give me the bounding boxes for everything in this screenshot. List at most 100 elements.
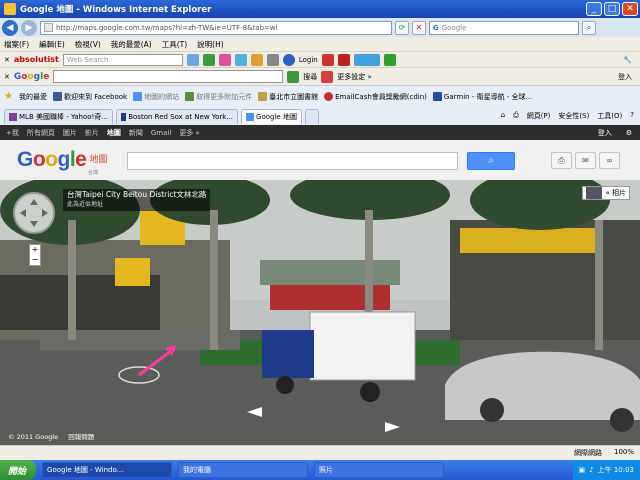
- zoom-level[interactable]: 100%: [614, 448, 634, 458]
- tray-icon[interactable]: ▣: [579, 466, 586, 474]
- google-toolbar-input[interactable]: [53, 70, 284, 83]
- taskbar-item-ie[interactable]: Google 地圖 - Windo...: [42, 462, 173, 478]
- youtube-icon[interactable]: [337, 53, 350, 66]
- toolbar-signin[interactable]: 登入: [618, 72, 640, 82]
- browser-search-placeholder: Google: [441, 23, 467, 32]
- minimize-button[interactable]: _: [586, 2, 602, 16]
- favorite-item[interactable]: EmailCash會員獎勵網(cdin): [324, 92, 427, 102]
- menu-help[interactable]: 說明(H): [197, 39, 224, 50]
- mail-icon[interactable]: [321, 53, 334, 66]
- favorites-star-icon[interactable]: ★: [4, 91, 13, 102]
- gbar-more[interactable]: 更多 »: [179, 128, 200, 138]
- ie-icon: [4, 3, 16, 15]
- status-bar: 網際網路 100%: [0, 445, 640, 460]
- close-button[interactable]: ✕: [622, 2, 638, 16]
- help-icon[interactable]: ?: [630, 111, 634, 121]
- facebook-icon: [52, 92, 62, 101]
- taskbar-item-photos[interactable]: 照片: [314, 462, 445, 478]
- maps-icon: [246, 112, 255, 121]
- home-icon[interactable]: ⌂: [501, 111, 505, 121]
- photos-panel[interactable]: « 相片: [582, 186, 630, 200]
- zoom-out-icon[interactable]: −: [30, 255, 40, 265]
- gbar-web[interactable]: 所有網頁: [27, 128, 55, 138]
- tab-google-maps[interactable]: Google 地圖: [241, 108, 302, 124]
- page-menu[interactable]: 網頁(P): [527, 111, 551, 121]
- tools-menu[interactable]: 工具(O): [597, 111, 622, 121]
- signin-link[interactable]: 登入: [598, 128, 618, 138]
- favorite-item[interactable]: Garmin - 衛星導航 - 全球...: [432, 92, 532, 102]
- user-icon[interactable]: [282, 53, 295, 66]
- gear-icon[interactable]: ⚙: [626, 129, 640, 137]
- favorite-item[interactable]: 地圖的網站: [133, 92, 179, 102]
- volume-icon[interactable]: ♪: [589, 466, 593, 474]
- web-search-input[interactable]: Web Search: [62, 53, 183, 66]
- app-icon[interactable]: [234, 53, 247, 66]
- zoom-control[interactable]: + −: [29, 244, 41, 266]
- forward-button[interactable]: ▶: [21, 19, 37, 36]
- safety-menu[interactable]: 安全性(S): [558, 111, 589, 121]
- gbar-gmail[interactable]: Gmail: [151, 129, 171, 137]
- app-icon[interactable]: [218, 53, 231, 66]
- search-icon[interactable]: [287, 70, 300, 83]
- skype-icon[interactable]: [353, 53, 380, 66]
- favorite-item[interactable]: 歡迎來到 Facebook: [52, 92, 127, 102]
- tab-redsox[interactable]: Boston Red Sox at New York...: [116, 108, 239, 124]
- google-toolbar-logo: Google: [13, 71, 50, 82]
- app-icon[interactable]: [321, 70, 334, 83]
- favorite-item[interactable]: 取得更多附加元件: [185, 92, 252, 102]
- app-icon[interactable]: [266, 53, 279, 66]
- windows-taskbar: 開始 Google 地圖 - Windo... 我的電腦 照片 ▣ ♪ 上午 1…: [0, 460, 640, 480]
- new-tab-button[interactable]: [304, 108, 319, 124]
- toolbar-close-icon[interactable]: ✕: [4, 56, 10, 64]
- stop-icon[interactable]: ✕: [412, 20, 426, 35]
- maximize-button[interactable]: □: [604, 2, 620, 16]
- street-scene: [0, 180, 640, 445]
- absolutist-logo: absolutist: [13, 55, 59, 64]
- google-logo[interactable]: Google: [17, 148, 87, 172]
- gbar-news[interactable]: 新聞: [129, 128, 143, 138]
- maps-search-button[interactable]: ⌕: [467, 152, 515, 170]
- app-icon[interactable]: [383, 53, 396, 66]
- streetview-address[interactable]: 台灣Taipei City Beitou District文林北路 此為近似地址: [63, 189, 211, 211]
- gbar-maps[interactable]: 地圖: [107, 128, 121, 138]
- street-view-panorama[interactable]: 台灣Taipei City Beitou District文林北路 此為近似地址…: [0, 180, 640, 445]
- maps-product-label: 地圖: [89, 154, 108, 165]
- toolbar-close-icon[interactable]: ✕: [4, 73, 10, 81]
- more-settings-link[interactable]: 更多設定 »: [337, 72, 372, 82]
- menu-view[interactable]: 檢視(V): [75, 39, 101, 50]
- search-go-icon[interactable]: ⌕: [582, 20, 596, 35]
- menu-favorites[interactable]: 我的最愛(A): [111, 39, 152, 50]
- back-button[interactable]: ◀: [2, 19, 18, 36]
- email-icon[interactable]: ✉: [575, 152, 596, 169]
- search-icon[interactable]: [186, 53, 199, 66]
- report-problem-link[interactable]: 回報問題: [68, 433, 94, 441]
- taskbar-item-computer[interactable]: 我的電腦: [178, 462, 309, 478]
- browser-search-input[interactable]: G Google: [429, 20, 579, 35]
- window-titlebar: Google 地圖 - Windows Internet Explorer _ …: [0, 0, 640, 18]
- app-icon[interactable]: [202, 53, 215, 66]
- address-row: ◀ ▶ http://maps.google.com.tw/maps?hl=zh…: [0, 18, 640, 37]
- google-toolbar-search[interactable]: 搜尋: [303, 72, 317, 82]
- link-icon[interactable]: ∞: [599, 152, 620, 169]
- maps-search-input[interactable]: [127, 152, 458, 170]
- gbar-plus[interactable]: +我: [6, 128, 19, 138]
- favorites-label[interactable]: 我的最愛: [19, 92, 47, 102]
- start-button[interactable]: 開始: [0, 460, 37, 480]
- print-icon[interactable]: ⎙: [513, 111, 519, 121]
- refresh-icon[interactable]: ⟳: [395, 20, 409, 35]
- wrench-icon[interactable]: 🔧: [623, 56, 640, 64]
- favorite-item[interactable]: 臺北市立圖書館: [258, 92, 318, 102]
- menu-edit[interactable]: 編輯(E): [39, 39, 65, 50]
- menu-file[interactable]: 檔案(F): [4, 39, 29, 50]
- pan-control[interactable]: [13, 192, 55, 234]
- menu-tools[interactable]: 工具(T): [162, 39, 187, 50]
- tab-mlb[interactable]: MLB 美國職棒 - Yahoo!奇...: [4, 108, 114, 124]
- print-icon[interactable]: ⎙: [551, 152, 572, 169]
- address-bar[interactable]: http://maps.google.com.tw/maps?hl=zh-TW&…: [40, 20, 392, 35]
- yahoo-icon: [9, 112, 17, 121]
- zoom-in-icon[interactable]: +: [30, 245, 40, 255]
- gbar-images[interactable]: 圖片: [63, 128, 77, 138]
- gbar-videos[interactable]: 影片: [85, 128, 99, 138]
- app-icon[interactable]: [250, 53, 263, 66]
- login-link[interactable]: Login: [299, 56, 318, 64]
